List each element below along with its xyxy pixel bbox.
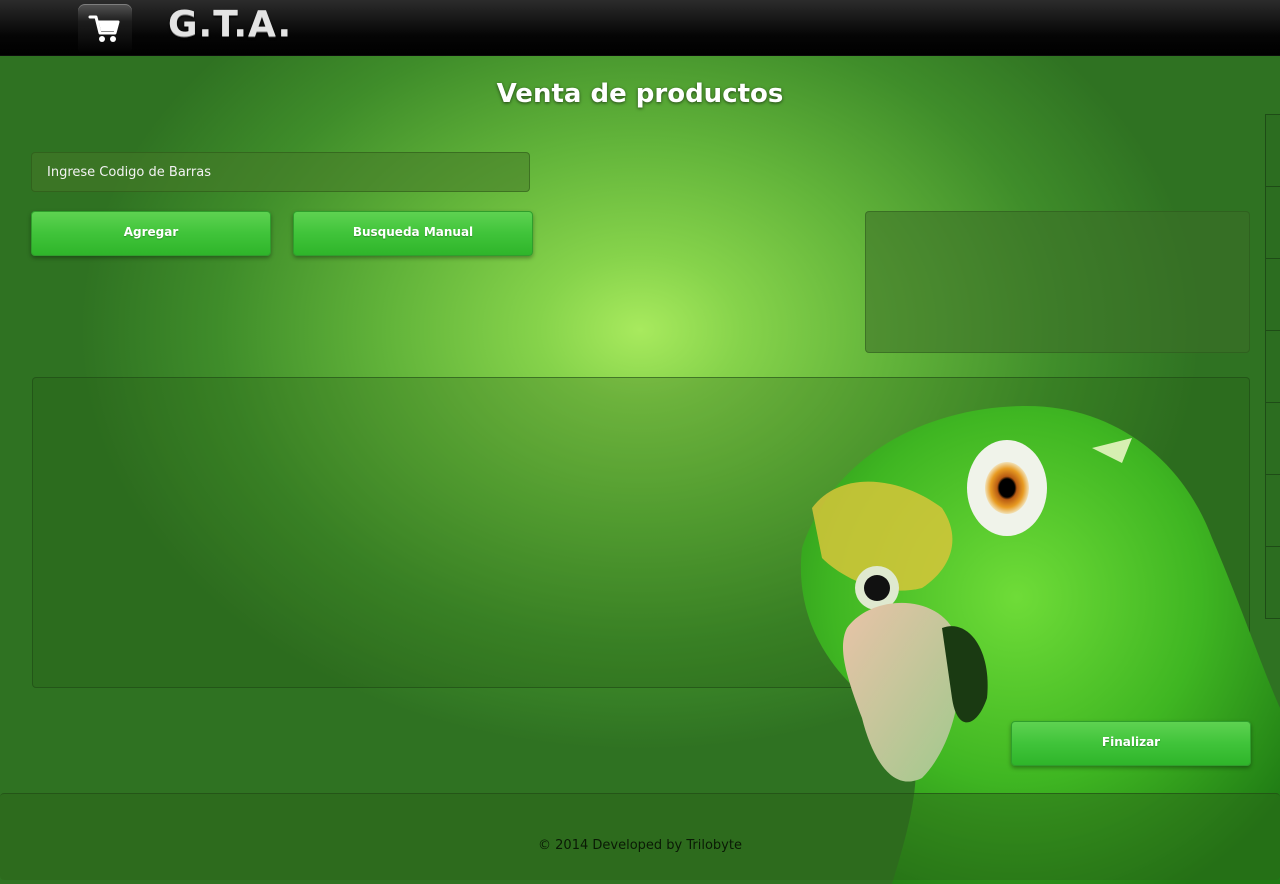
shopping-cart-icon xyxy=(88,15,120,42)
side-tab[interactable] xyxy=(1265,330,1280,402)
add-button[interactable]: Agregar xyxy=(31,211,271,256)
cart-button[interactable] xyxy=(78,4,132,54)
brand-logo[interactable]: G.T.A. xyxy=(168,4,292,45)
barcode-input[interactable] xyxy=(31,152,530,192)
side-tab[interactable] xyxy=(1265,258,1280,330)
top-navbar: G.T.A. xyxy=(0,0,1280,56)
page-title: Venta de productos xyxy=(496,79,784,109)
side-tab[interactable] xyxy=(1265,186,1280,258)
finish-button[interactable]: Finalizar xyxy=(1011,721,1251,766)
footer-copyright: © 2014 Developed by Trilobyte xyxy=(538,838,742,853)
footer xyxy=(0,793,1280,880)
product-info-panel xyxy=(865,211,1250,353)
manual-search-button[interactable]: Busqueda Manual xyxy=(293,211,533,256)
side-tab[interactable] xyxy=(1265,114,1280,186)
